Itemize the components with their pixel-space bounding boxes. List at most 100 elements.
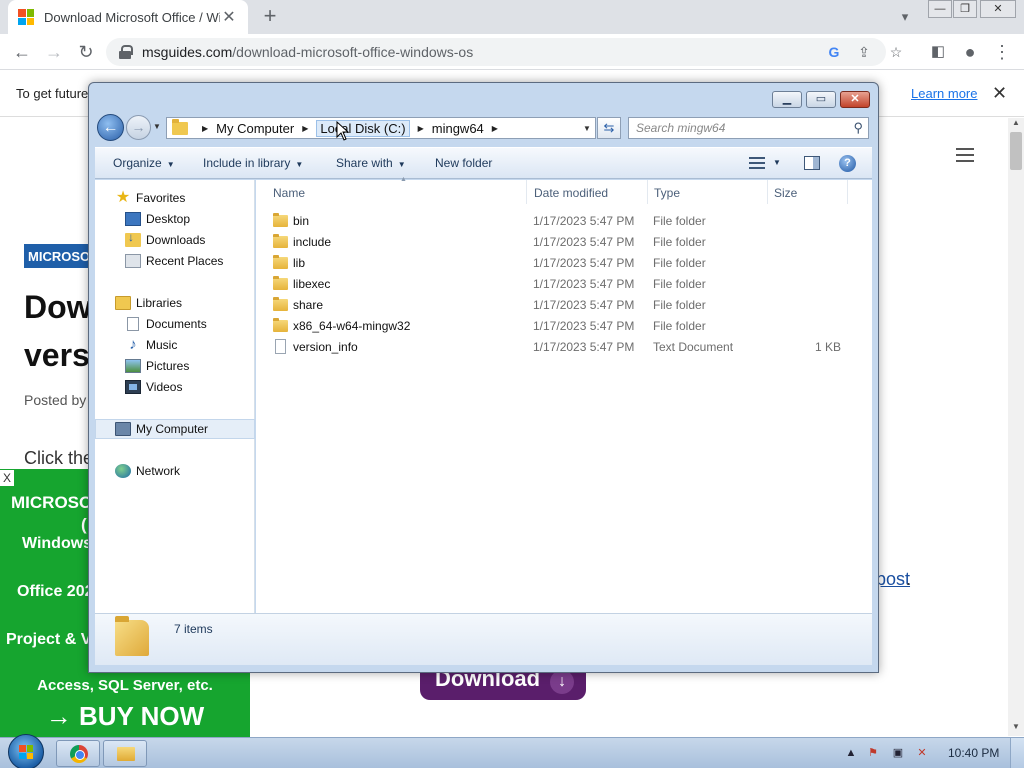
hamburger-menu-icon[interactable]	[956, 148, 974, 162]
address-bar[interactable]: msguides.com/download-microsoft-office-w…	[106, 38, 902, 66]
browser-toolbar: ← → ↻ msguides.com/download-microsoft-of…	[0, 34, 1024, 70]
scroll-down-icon[interactable]: ▼	[1008, 722, 1024, 736]
network-tray-icon[interactable]: ▣	[891, 746, 905, 760]
view-options-chevron-icon[interactable]: ▼	[773, 158, 781, 167]
scroll-thumb[interactable]	[1010, 132, 1022, 170]
notice-text: To get future	[16, 86, 89, 101]
share-icon[interactable]: ⇪	[854, 42, 874, 62]
scroll-up-icon[interactable]: ▲	[1008, 118, 1024, 132]
breadcrumb-my-computer[interactable]: My Computer	[216, 121, 294, 136]
file-row-x86-64-w64-mingw32[interactable]: x86_64-w64-mingw32 1/17/2023 5:47 PM Fil…	[256, 316, 872, 337]
file-row-libexec[interactable]: libexec 1/17/2023 5:47 PM File folder	[256, 274, 872, 295]
tab-strip: Download Microsoft Office / Wir ✕ + ▾ — …	[0, 0, 1024, 34]
include-in-library-button[interactable]: Include in library ▼	[203, 156, 303, 170]
nav-favorites[interactable]: ★ Favorites	[95, 188, 255, 208]
google-lens-icon[interactable]: G	[824, 42, 844, 62]
explorer-address-bar[interactable]: ▶ My Computer ▶ Local Disk (C:) ▶ mingw6…	[166, 117, 596, 139]
downloads-folder-icon	[125, 230, 141, 247]
taskbar-clock[interactable]: 10:40 PM	[948, 746, 999, 760]
close-window-button[interactable]: ✕	[980, 0, 1016, 18]
buy-now-text[interactable]: → BUY NOW	[0, 701, 250, 732]
side-panel-icon[interactable]: ◧	[926, 40, 950, 64]
learn-more-link[interactable]: Learn more	[911, 86, 977, 101]
breadcrumb-arrow-icon[interactable]: ▶	[302, 124, 308, 133]
taskbar-chrome-button[interactable]	[56, 740, 100, 767]
nav-downloads[interactable]: Downloads	[95, 230, 255, 250]
help-icon[interactable]: ?	[839, 155, 856, 172]
star-icon: ★	[115, 189, 131, 206]
change-view-icon[interactable]	[749, 157, 765, 169]
post-link[interactable]: post	[876, 569, 910, 590]
file-row-version-info[interactable]: version_info 1/17/2023 5:47 PM Text Docu…	[256, 337, 872, 358]
nav-documents[interactable]: Documents	[95, 314, 255, 334]
file-row-share[interactable]: share 1/17/2023 5:47 PM File folder	[256, 295, 872, 316]
file-row-bin[interactable]: bin 1/17/2023 5:47 PM File folder	[256, 211, 872, 232]
show-hidden-icons-chevron-icon[interactable]: ▲	[844, 746, 858, 760]
forward-arrow-icon[interactable]: →	[126, 115, 151, 140]
nav-recent-places[interactable]: Recent Places	[95, 251, 255, 271]
search-input[interactable]: Search mingw64 ⚲	[628, 117, 869, 139]
volume-muted-icon[interactable]: ✕	[915, 746, 929, 760]
nav-libraries[interactable]: Libraries	[95, 293, 255, 313]
folder-icon	[273, 234, 288, 248]
explorer-maximize-button[interactable]: ▭	[806, 91, 836, 108]
folder-icon	[273, 297, 288, 311]
organize-button[interactable]: Organize ▼	[113, 156, 175, 170]
notice-close-icon[interactable]: ✕	[992, 83, 1007, 104]
chrome-menu-icon[interactable]: ⋮	[990, 40, 1014, 64]
bookmark-star-icon[interactable]: ☆	[886, 42, 906, 62]
breadcrumb-arrow-icon[interactable]: ▶	[418, 124, 424, 133]
folder-icon	[273, 318, 288, 332]
breadcrumb-mingw64[interactable]: mingw64	[432, 121, 484, 136]
explorer-minimize-button[interactable]: ▁	[772, 91, 802, 108]
breadcrumb-arrow-icon[interactable]: ▶	[202, 124, 208, 133]
tab-close-icon[interactable]: ✕	[220, 7, 238, 27]
refresh-icon[interactable]: ⇆	[597, 117, 621, 139]
column-header-size[interactable]: Size	[768, 180, 848, 204]
browser-tab[interactable]: Download Microsoft Office / Wir ✕	[8, 0, 248, 34]
documents-icon	[127, 317, 139, 331]
address-history-chevron-icon[interactable]: ▼	[579, 124, 595, 133]
nav-videos[interactable]: Videos	[95, 377, 255, 397]
back-arrow-icon[interactable]: ←	[97, 114, 124, 141]
explorer-close-button[interactable]: ✕	[840, 91, 870, 108]
profile-avatar-icon[interactable]: ●	[958, 40, 982, 64]
category-badge[interactable]: MICROSOFT	[24, 244, 94, 268]
column-header-type[interactable]: Type	[648, 180, 768, 204]
restore-button[interactable]: ❐	[953, 0, 977, 18]
start-button[interactable]	[8, 734, 44, 768]
tab-search-chevron-icon[interactable]: ▾	[894, 6, 916, 28]
folder-icon	[172, 118, 188, 135]
taskbar-explorer-button[interactable]	[103, 740, 147, 767]
search-icon[interactable]: ⚲	[853, 120, 863, 136]
nav-network[interactable]: Network	[95, 461, 255, 481]
nav-music[interactable]: ♪ Music	[95, 335, 255, 355]
lock-icon	[118, 45, 133, 59]
file-row-lib[interactable]: lib 1/17/2023 5:47 PM File folder	[256, 253, 872, 274]
new-tab-button[interactable]: +	[258, 4, 282, 28]
reload-icon[interactable]: ↻	[74, 40, 98, 64]
back-arrow-icon[interactable]: ←	[10, 40, 34, 64]
body-text: Click the	[24, 448, 94, 468]
minimize-button[interactable]: —	[928, 0, 952, 18]
share-with-button[interactable]: Share with ▼	[336, 156, 406, 170]
preview-pane-icon[interactable]	[804, 156, 820, 170]
file-row-include[interactable]: include 1/17/2023 5:47 PM File folder	[256, 232, 872, 253]
page-scrollbar[interactable]: ▲ ▼	[1008, 118, 1024, 736]
windows-logo-icon	[19, 745, 33, 759]
nav-pictures[interactable]: Pictures	[95, 356, 255, 376]
nav-my-computer[interactable]: My Computer	[95, 419, 255, 439]
folder-icon	[273, 276, 288, 290]
nav-desktop[interactable]: Desktop	[95, 209, 255, 229]
forward-arrow-icon[interactable]: →	[42, 40, 66, 64]
column-header-date[interactable]: Date modified	[528, 180, 648, 204]
ad-close-button[interactable]: X	[0, 470, 14, 486]
recent-pages-chevron-icon[interactable]: ▼	[153, 122, 161, 131]
article-title: Download version	[24, 289, 94, 373]
action-center-flag-icon[interactable]: ⚑	[866, 746, 880, 760]
show-desktop-button[interactable]	[1010, 738, 1024, 768]
breadcrumb-local-disk[interactable]: Local Disk (C:)	[316, 119, 410, 137]
breadcrumb-arrow-icon[interactable]: ▶	[492, 124, 498, 133]
column-header-name[interactable]: Name ▲	[267, 176, 527, 204]
new-folder-button[interactable]: New folder	[435, 156, 492, 170]
